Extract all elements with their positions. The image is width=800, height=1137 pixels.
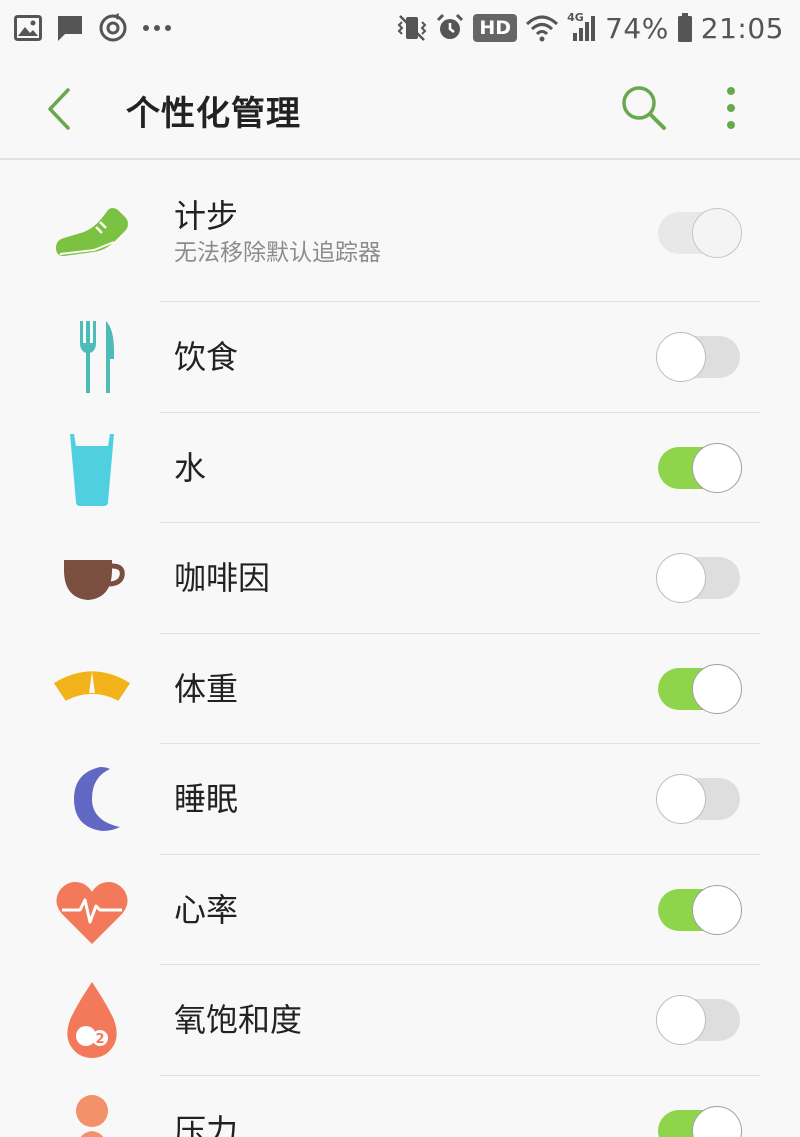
tracker-text: 氧饱和度 <box>174 965 302 1075</box>
back-button[interactable] <box>38 84 82 134</box>
sleep-toggle[interactable] <box>656 774 742 824</box>
stress-person-icon <box>76 1094 108 1137</box>
tracker-text: 水 <box>174 413 206 523</box>
svg-text:2: 2 <box>95 1032 104 1047</box>
tracker-row-stress[interactable]: 压力 <box>0 1076 800 1137</box>
tracker-text: 睡眠 <box>174 744 238 854</box>
tracker-text: 压力 <box>174 1076 238 1137</box>
weight-toggle[interactable] <box>656 663 742 714</box>
tracker-label: 心率 <box>174 890 239 929</box>
tracker-row-sleep[interactable]: 睡眠 <box>0 744 800 855</box>
oxygen-toggle[interactable] <box>656 995 742 1045</box>
toggle-knob <box>692 208 742 258</box>
steps-toggle[interactable] <box>656 208 742 258</box>
search-icon <box>622 86 666 130</box>
status-bar-right: HD 4G 74% 21:05 <box>389 11 784 45</box>
caffeine-toggle[interactable] <box>656 553 742 603</box>
tracker-label: 压力 <box>174 1111 239 1137</box>
clock: 21:05 <box>700 11 784 45</box>
tracker-text: 心率 <box>174 855 238 965</box>
sync-icon <box>99 13 127 42</box>
tracker-text: 体重 <box>174 634 238 744</box>
page-title: 个性化管理 <box>126 94 301 134</box>
toggle-knob <box>692 884 742 935</box>
tracker-label: 饮食 <box>174 338 239 376</box>
shoe-icon <box>56 208 128 256</box>
food-toggle[interactable] <box>656 332 742 382</box>
more-notifications-icon <box>143 25 171 31</box>
battery-percent: 74% <box>605 11 669 45</box>
signal-icon: 4G <box>567 11 597 43</box>
tracker-row-food[interactable]: 饮食 <box>0 302 800 413</box>
app-bar: 个性化管理 <box>0 56 800 160</box>
toggle-knob <box>656 995 706 1045</box>
battery-icon <box>677 13 692 42</box>
water-glass-icon <box>70 433 114 506</box>
oxygen-drop-icon: 2 <box>67 982 117 1058</box>
moon-icon <box>74 767 120 831</box>
hd-badge: HD <box>473 14 518 42</box>
tracker-row-steps[interactable]: 计步 无法移除默认追踪器 <box>0 162 800 302</box>
tracker-label: 体重 <box>174 669 239 708</box>
tracker-text: 咖啡因 <box>174 523 270 633</box>
stress-toggle[interactable] <box>656 1105 742 1137</box>
status-bar: HD 4G 74% 21:05 <box>0 0 800 56</box>
toggle-knob <box>656 553 706 603</box>
tracker-label: 氧饱和度 <box>174 1001 303 1039</box>
coffee-cup-icon <box>64 560 125 600</box>
tracker-label: 睡眠 <box>174 780 239 818</box>
search-button[interactable] <box>618 82 670 134</box>
toggle-knob <box>692 663 742 714</box>
scale-icon <box>53 670 131 701</box>
toggle-knob <box>656 774 706 824</box>
toggle-knob <box>692 442 742 493</box>
message-icon <box>58 16 82 41</box>
tracker-sublabel: 无法移除默认追踪器 <box>174 240 381 266</box>
vibrate-icon <box>397 15 427 41</box>
fork-knife-icon <box>80 321 114 393</box>
chevron-left-icon <box>48 88 70 130</box>
alarm-icon <box>437 13 464 39</box>
more-vert-icon <box>727 87 735 129</box>
tracker-label: 水 <box>174 448 207 487</box>
status-bar-left <box>14 13 186 43</box>
tracker-row-heart-rate[interactable]: 心率 <box>0 855 800 965</box>
water-toggle[interactable] <box>656 442 742 493</box>
tracker-label: 计步 <box>174 197 239 235</box>
toggle-knob <box>656 332 706 382</box>
tracker-text: 饮食 <box>174 302 238 412</box>
heart-rate-toggle[interactable] <box>656 884 742 935</box>
tracker-row-weight[interactable]: 体重 <box>0 634 800 744</box>
more-options-button[interactable] <box>718 84 744 132</box>
heart-rate-icon <box>56 881 128 944</box>
tracker-list: 计步 无法移除默认追踪器 饮食 水 咖啡因 体重 睡眠 心率 2 氧饱和度 压力 <box>0 162 800 1137</box>
tracker-row-oxygen[interactable]: 2 氧饱和度 <box>0 965 800 1076</box>
screen: HD 4G 74% 21:05 个性化管理 计步 无法移除默认追踪器 饮食 水 … <box>0 0 800 1137</box>
wifi-icon <box>526 15 559 42</box>
tracker-row-caffeine[interactable]: 咖啡因 <box>0 523 800 634</box>
tracker-label: 咖啡因 <box>174 559 271 597</box>
tracker-text: 计步 无法移除默认追踪器 <box>174 162 381 302</box>
tracker-row-water[interactable]: 水 <box>0 413 800 523</box>
gallery-icon <box>14 15 42 41</box>
